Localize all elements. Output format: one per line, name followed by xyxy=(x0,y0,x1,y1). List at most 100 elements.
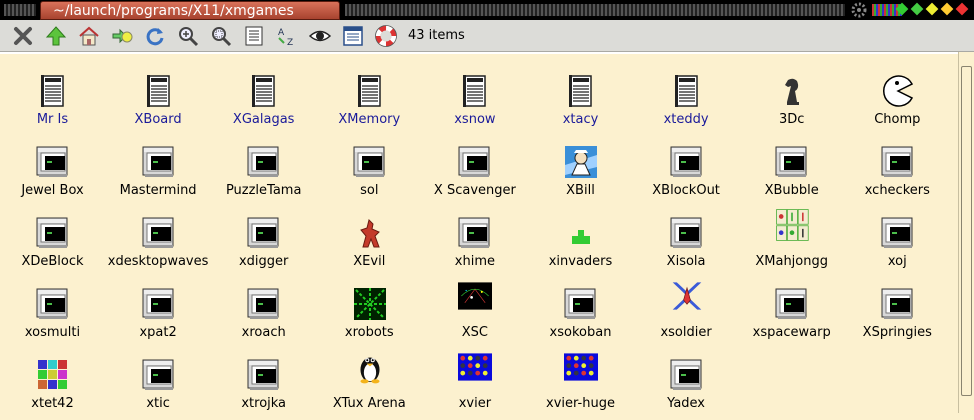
file-item[interactable]: xspacewarp xyxy=(739,283,844,349)
file-item-label: xvier-huge xyxy=(546,396,615,411)
file-item-label: XBoard xyxy=(134,112,182,127)
up-arrow-icon xyxy=(45,25,66,45)
file-item[interactable]: xoj xyxy=(845,212,950,278)
maximize-button[interactable] xyxy=(940,2,954,16)
file-item[interactable]: xteddy xyxy=(634,70,739,136)
terminal-icon xyxy=(775,287,809,321)
file-item-label: xosmulti xyxy=(24,325,81,340)
settings-gear-icon[interactable] xyxy=(848,2,870,18)
file-item-label: Mr Is xyxy=(36,112,69,127)
file-item[interactable]: Mastermind xyxy=(106,141,211,207)
up-button[interactable] xyxy=(41,22,70,50)
file-item[interactable]: X Scavenger xyxy=(422,141,527,207)
file-item[interactable]: xrobots xyxy=(317,283,422,349)
sort-button[interactable]: AZ xyxy=(272,22,301,50)
script-icon xyxy=(564,74,598,108)
file-item[interactable]: XBoard xyxy=(106,70,211,136)
xsoldier-icon xyxy=(662,279,712,323)
file-item[interactable]: xtrojka xyxy=(211,354,316,420)
file-item[interactable]: XMahjongg xyxy=(739,209,844,278)
file-item[interactable]: xtet42 xyxy=(0,354,105,420)
title-bar-grip xyxy=(345,4,845,16)
file-item-label: XTux Arena xyxy=(332,396,406,411)
file-item[interactable]: xsokoban xyxy=(528,283,633,349)
eye-icon xyxy=(308,30,331,41)
file-item[interactable]: XGalagas xyxy=(211,70,316,136)
file-item[interactable]: Yadex xyxy=(634,354,739,420)
file-item[interactable]: XBill xyxy=(528,141,633,207)
iconify-button[interactable] xyxy=(910,2,924,16)
file-item[interactable]: xvier-huge xyxy=(528,353,633,420)
zoom-in-button[interactable] xyxy=(173,22,202,50)
shade-button[interactable] xyxy=(895,2,909,16)
details-button[interactable] xyxy=(239,22,268,50)
chess-icon xyxy=(775,74,809,108)
script-icon xyxy=(247,74,281,108)
file-item-label: xcheckers xyxy=(864,183,930,198)
file-item[interactable]: xdigger xyxy=(211,212,316,278)
file-item[interactable]: xdesktopwaves xyxy=(106,212,211,278)
file-item[interactable]: XDeBlock xyxy=(0,212,105,278)
file-item[interactable]: 3Dc xyxy=(739,70,844,136)
terminal-icon xyxy=(247,358,281,392)
file-item[interactable]: xinvaders xyxy=(528,212,633,278)
help-button[interactable] xyxy=(371,22,400,50)
terminal-icon xyxy=(36,216,70,250)
file-item[interactable]: PuzzleTama xyxy=(211,141,316,207)
file-item[interactable]: xvier xyxy=(422,353,527,420)
refresh-button[interactable] xyxy=(140,22,169,50)
file-item-label: Xisola xyxy=(666,254,706,269)
show-hidden-button[interactable] xyxy=(305,22,334,50)
file-item[interactable]: XBubble xyxy=(739,141,844,207)
window-title[interactable]: ~/launch/programs/X11/xmgames xyxy=(40,1,340,20)
title-bar[interactable]: ~/launch/programs/X11/xmgames xyxy=(0,0,974,20)
file-item[interactable]: XMemory xyxy=(317,70,422,136)
home-button[interactable] xyxy=(74,22,103,50)
file-item[interactable]: xosmulti xyxy=(0,283,105,349)
file-item[interactable]: xroach xyxy=(211,283,316,349)
scrollbar-thumb[interactable] xyxy=(961,66,972,396)
xsc-icon xyxy=(450,279,500,323)
goto-icon xyxy=(112,28,132,43)
file-item-label: xpat2 xyxy=(139,325,177,340)
goto-button[interactable] xyxy=(107,22,136,50)
file-item-label: Chomp xyxy=(874,112,921,127)
zoom-fit-icon xyxy=(211,26,231,46)
file-item[interactable]: xcheckers xyxy=(845,141,950,207)
file-item-label: xoj xyxy=(887,254,907,269)
terminal-icon xyxy=(142,358,176,392)
file-item[interactable]: XSC xyxy=(422,282,527,349)
file-item[interactable]: xtacy xyxy=(528,70,633,136)
file-item[interactable]: XEvil xyxy=(317,212,422,278)
list-view-button[interactable] xyxy=(338,22,367,50)
file-item[interactable]: Chomp xyxy=(845,70,950,136)
file-item-label: xrobots xyxy=(344,325,394,340)
file-item[interactable]: sol xyxy=(317,141,422,207)
file-item[interactable]: Jewel Box xyxy=(0,141,105,207)
close-button[interactable] xyxy=(8,22,37,50)
file-item[interactable]: xsoldier xyxy=(634,282,739,349)
file-item-label: xtet42 xyxy=(31,396,74,411)
file-item[interactable]: XTux Arena xyxy=(317,354,422,420)
file-item[interactable]: xsnow xyxy=(422,70,527,136)
file-item[interactable]: Xisola xyxy=(634,212,739,278)
terminal-icon xyxy=(247,287,281,321)
zoom-fit-button[interactable] xyxy=(206,22,235,50)
file-item-label: XEvil xyxy=(353,254,386,269)
file-item-label: xsnow xyxy=(454,112,496,127)
minimize-button[interactable] xyxy=(925,2,939,16)
file-item[interactable]: xtic xyxy=(106,354,211,420)
file-item[interactable]: XBlockOut xyxy=(634,141,739,207)
list-icon xyxy=(342,25,363,46)
file-item-label: xtic xyxy=(146,396,170,411)
close-window-button[interactable] xyxy=(955,2,969,16)
file-item[interactable]: XSpringies xyxy=(845,283,950,349)
terminal-icon xyxy=(458,216,492,250)
file-item[interactable]: xpat2 xyxy=(106,283,211,349)
terminal-icon xyxy=(881,287,915,321)
file-item[interactable]: xhime xyxy=(422,212,527,278)
vertical-scrollbar[interactable] xyxy=(958,52,974,413)
file-item[interactable]: Mr Is xyxy=(0,70,105,136)
file-item-label: xinvaders xyxy=(548,254,613,269)
file-icon-grid[interactable]: Mr Is XBoard XGalagas XMemory xsnow xtacy xted… xyxy=(0,52,958,413)
